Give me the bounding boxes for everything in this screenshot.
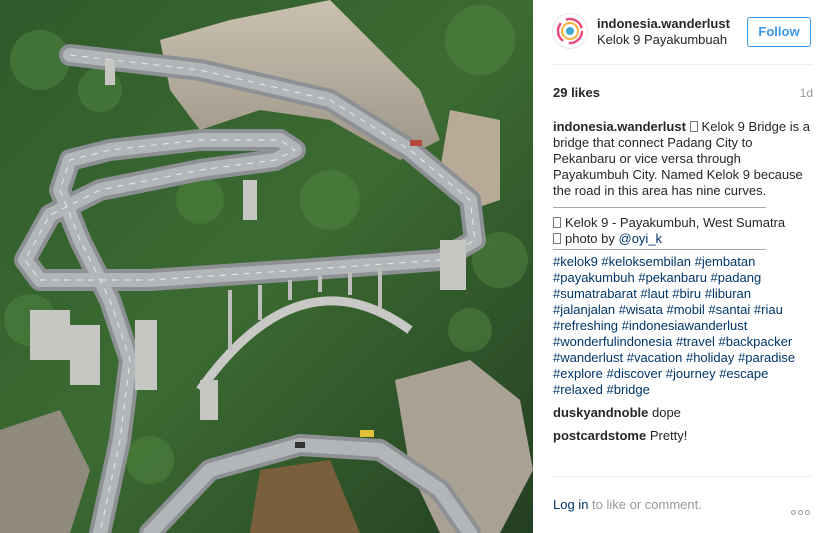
- caption: indonesia.wanderlust Kelok 9 Bridge is a…: [553, 119, 813, 398]
- hashtag-line[interactable]: #jalanjalan #wisata #mobil #santai #riau: [553, 302, 813, 318]
- caption-rule: [553, 207, 766, 208]
- footer-divider: [551, 476, 813, 477]
- post-footer: Log in to like or comment.: [553, 497, 813, 515]
- avatar[interactable]: [552, 13, 588, 49]
- comment-item: duskyandnoble dope: [553, 405, 813, 421]
- post-header: indonesia.wanderlust Kelok 9 Payakumbuah…: [533, 0, 831, 64]
- place-text: Kelok 9 - Payakumbuh, West Sumatra: [565, 215, 786, 230]
- username-link[interactable]: indonesia.wanderlust: [597, 16, 730, 31]
- header-divider: [551, 64, 813, 65]
- comment-text: Pretty!: [649, 428, 688, 443]
- hashtag-line[interactable]: #wanderlust #vacation #holiday #paradise: [553, 350, 813, 366]
- comment-author[interactable]: postcardstome: [553, 428, 646, 443]
- caption-line: Pekanbaru or vice versa through: [553, 151, 741, 166]
- credit-prefix: photo by: [565, 231, 619, 246]
- follow-button[interactable]: Follow: [747, 17, 811, 47]
- logo-icon: [556, 17, 584, 45]
- hashtag-line[interactable]: #relaxed #bridge: [553, 382, 813, 398]
- caption-text: Kelok 9 Bridge is a: [701, 119, 810, 134]
- place-line: Kelok 9 - Payakumbuh, West Sumatra: [553, 215, 813, 231]
- hashtag-line[interactable]: #wonderfulindonesia #travel #backpacker: [553, 334, 813, 350]
- bridge-aerial-image: [0, 0, 533, 533]
- caption-line: the road in this area has nine curves.: [553, 183, 767, 198]
- post-panel: indonesia.wanderlust Kelok 9 Payakumbuah…: [533, 0, 831, 533]
- hashtag-line[interactable]: #kelok9 #keloksembilan #jembatan: [553, 254, 813, 270]
- likes-count[interactable]: 29 likes: [553, 85, 600, 100]
- camera-icon: [553, 233, 561, 244]
- login-link[interactable]: Log in: [553, 497, 588, 512]
- post-meta: 29 likes 1d: [553, 85, 813, 103]
- caption-rule: [553, 249, 766, 250]
- caption-line: Payakumbuh City. Named Kelok 9 because: [553, 167, 803, 182]
- comments-list: indonesia.wanderlust Kelok 9 Bridge is a…: [553, 119, 813, 451]
- comment-author[interactable]: duskyandnoble: [553, 405, 648, 420]
- hashtag-line[interactable]: #refreshing #indonesiawanderlust: [553, 318, 813, 334]
- post-age[interactable]: 1d: [800, 86, 813, 100]
- credit-handle-link[interactable]: @oyi_k: [619, 231, 663, 246]
- caption-line: bridge that connect Padang City to: [553, 135, 753, 150]
- location-link[interactable]: Kelok 9 Payakumbuah: [597, 32, 727, 47]
- comment-text: dope: [651, 405, 681, 420]
- comment-item: postcardstome Pretty!: [553, 428, 813, 444]
- hashtag-line[interactable]: #explore #discover #journey #escape: [553, 366, 813, 382]
- caption-author[interactable]: indonesia.wanderlust: [553, 119, 686, 134]
- more-options-icon[interactable]: [791, 503, 813, 515]
- pin-icon: [553, 217, 561, 228]
- post-photo[interactable]: [0, 0, 533, 533]
- emoji-icon: [689, 121, 698, 132]
- login-prompt-text: to like or comment.: [588, 497, 702, 512]
- hashtag-line[interactable]: #payakumbuh #pekanbaru #padang: [553, 270, 813, 286]
- hashtag-line[interactable]: #sumatrabarat #laut #biru #liburan: [553, 286, 813, 302]
- caption-line: indonesia.wanderlust Kelok 9 Bridge is a: [553, 119, 813, 135]
- hashtags: #kelok9 #keloksembilan #jembatan #payaku…: [553, 254, 813, 398]
- credit-line: photo by @oyi_k: [553, 231, 813, 247]
